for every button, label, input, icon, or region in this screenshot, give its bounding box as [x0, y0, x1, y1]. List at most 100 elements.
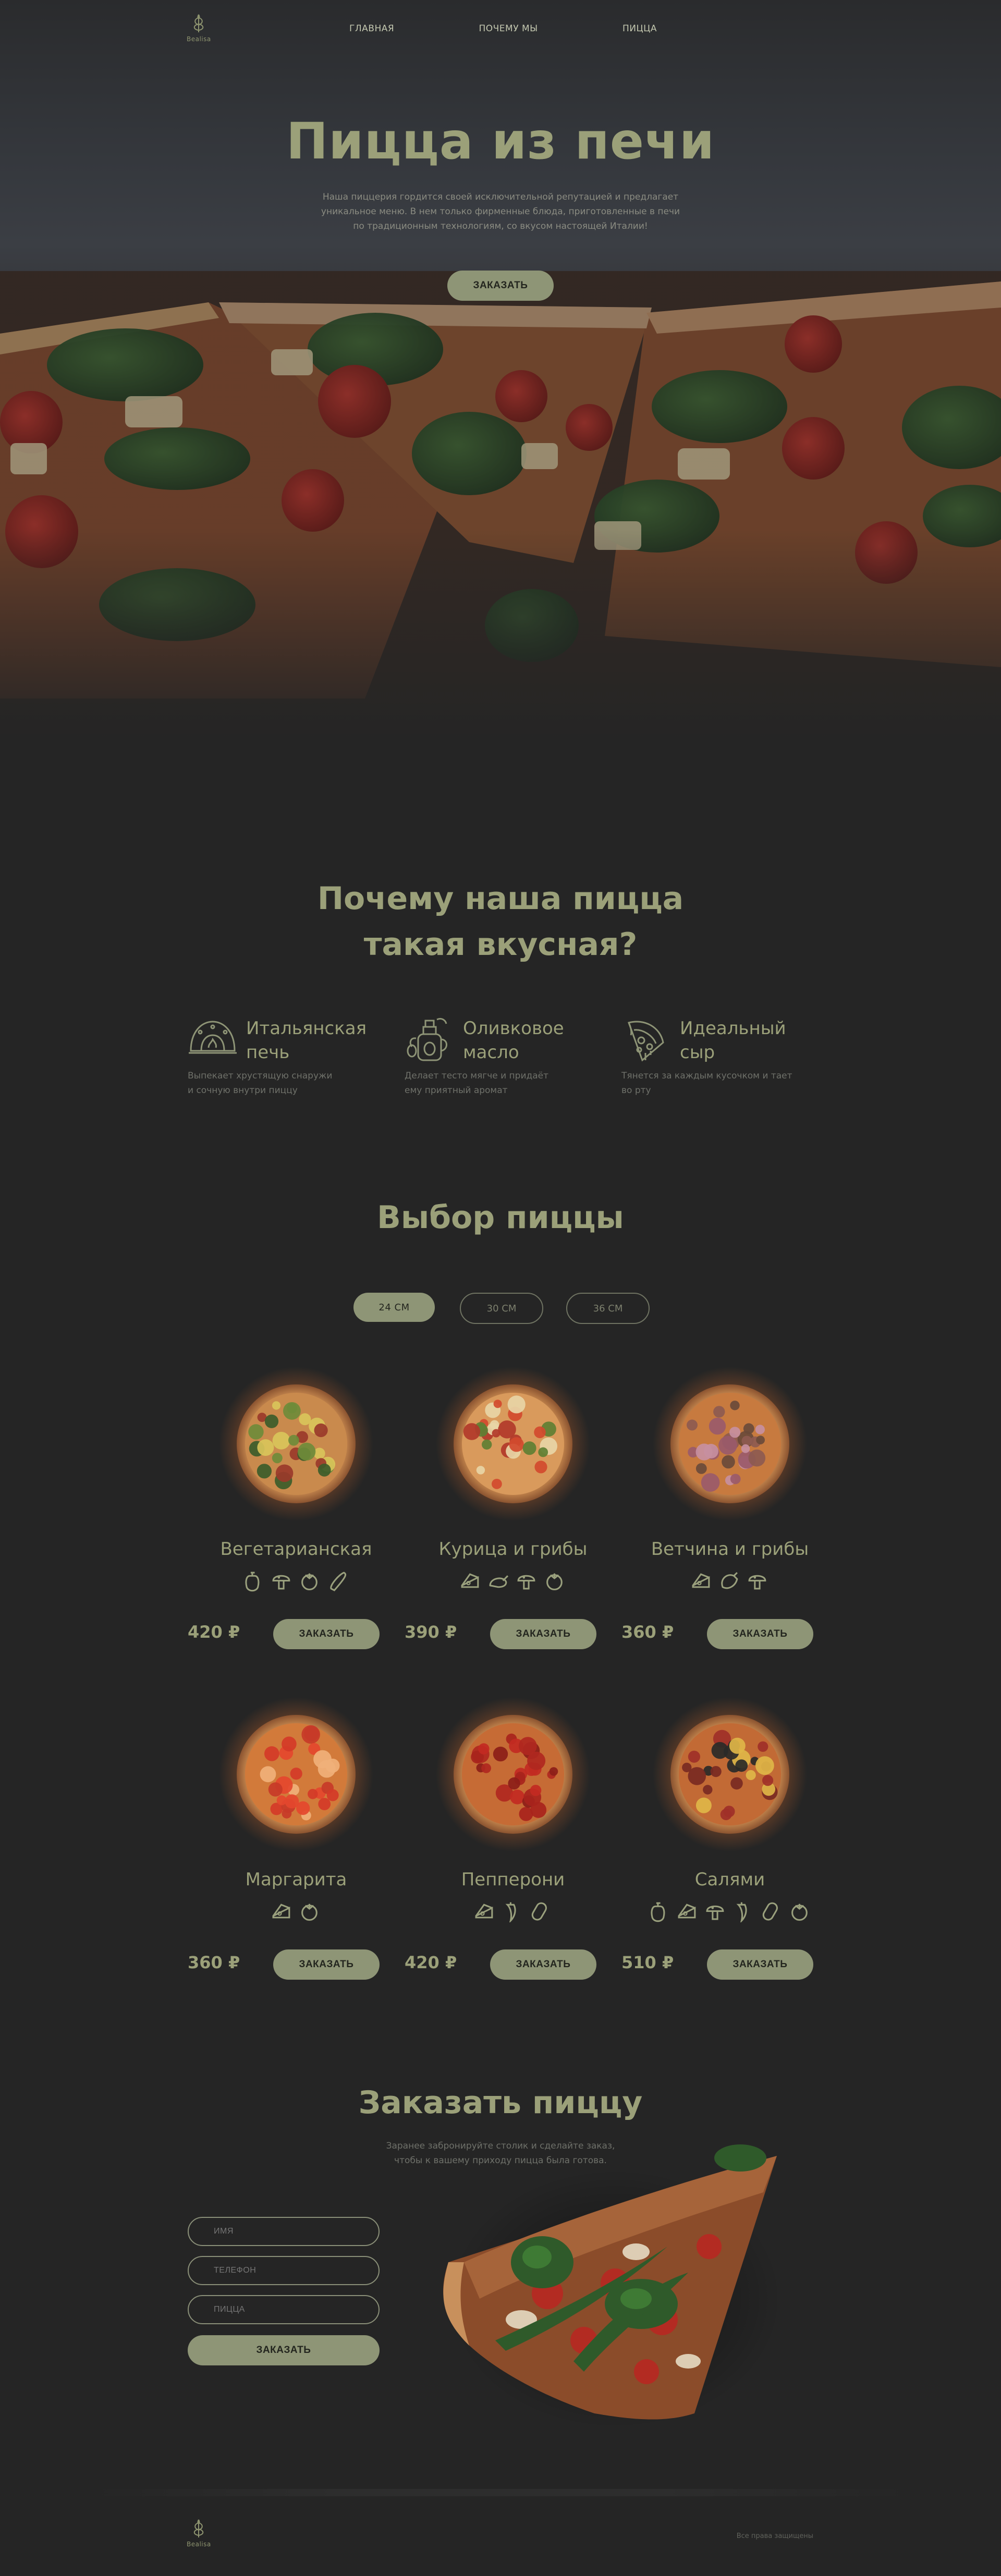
feature-title-line: Итальянская	[246, 1018, 367, 1039]
feature-description: Тянется за каждым кусочком и тает во рту	[621, 1069, 840, 1098]
tomato-icon	[301, 1903, 318, 1921]
olive-oil-icon	[407, 1017, 447, 1061]
pizza-field[interactable]	[188, 2295, 380, 2324]
ingredient-icons	[621, 1571, 838, 1592]
pizza-card: Вегетарианская 420 ₽ ЗАКАЗАТЬ	[188, 1367, 405, 1652]
feature-title: Итальянская печь	[246, 1016, 367, 1064]
pizza-card: Курица и грибы 390 ₽ ЗАКАЗАТЬ	[405, 1367, 621, 1652]
header-logo[interactable]: Bealisa	[187, 13, 211, 43]
hero-subtitle-line: Наша пиццерия гордится своей исключитель…	[322, 192, 679, 202]
pizza-image	[219, 1367, 373, 1521]
sausage-icon	[762, 1902, 780, 1922]
feature-desc-line: ему приятный аромат	[405, 1085, 508, 1096]
order-submit-button[interactable]: ЗАКАЗАТЬ	[188, 2335, 380, 2365]
why-title-line: Почему наша пицца	[317, 880, 684, 917]
feature-title-line: сыр	[680, 1042, 715, 1063]
pizza-name: Маргарита	[245, 1869, 347, 1890]
feature-title-line: масло	[463, 1042, 519, 1063]
tomato-icon	[791, 1903, 808, 1921]
wheat-logo-icon	[194, 14, 204, 32]
feature-description: Делает тесто мягче и придаёт ему приятны…	[405, 1069, 603, 1098]
pizza-image	[436, 1697, 590, 1851]
nav-item-home[interactable]: ГЛАВНАЯ	[349, 23, 394, 34]
pizza-image	[653, 1697, 807, 1851]
footer-divider	[94, 2489, 907, 2496]
pizza-order-button[interactable]: ЗАКАЗАТЬ	[273, 1619, 380, 1649]
feature-title: Оливковое масло	[463, 1016, 564, 1064]
pizza-name: Салями	[694, 1869, 765, 1890]
ingredient-icons	[405, 1902, 621, 1922]
pizza-card: Маргарита 360 ₽ ЗАКАЗАТЬ	[188, 1697, 405, 1983]
pizza-name: Пепперони	[461, 1869, 565, 1890]
feature-title-line: Оливковое	[463, 1018, 564, 1039]
hero-order-button[interactable]: ЗАКАЗАТЬ	[447, 271, 554, 301]
pepper-icon	[245, 1572, 260, 1592]
footer-logo[interactable]: Bealisa	[187, 2518, 211, 2548]
ingredient-icons	[188, 1902, 405, 1922]
phone-field[interactable]	[188, 2256, 380, 2285]
pizza-name: Ветчина и грибы	[651, 1539, 809, 1560]
size-tab-24[interactable]: 24 СМ	[353, 1293, 435, 1322]
pizza-order-button[interactable]: ЗАКАЗАТЬ	[490, 1949, 596, 1980]
hero-subtitle-line: уникальное меню. В нем только фирменные …	[321, 206, 680, 217]
wheat-logo-icon	[194, 2519, 204, 2537]
pizza-slice-image	[443, 2144, 782, 2429]
tomato-icon	[301, 1573, 318, 1590]
hero-section	[0, 0, 1001, 740]
size-tab-30[interactable]: 30 СМ	[460, 1293, 543, 1324]
hero-title: Пицца из печи	[286, 112, 715, 170]
pizza-price: 390 ₽	[405, 1622, 457, 1642]
pizza-price: 510 ₽	[621, 1953, 674, 1972]
pepper-icon	[651, 1902, 665, 1922]
logo-text: Bealisa	[187, 2541, 211, 2548]
cheese-icon	[461, 1573, 479, 1588]
pizza-card: Ветчина и грибы 360 ₽ ЗАКАЗАТЬ	[621, 1367, 838, 1652]
ham-icon	[721, 1572, 738, 1589]
why-title-line: такая вкусная?	[363, 926, 638, 963]
pizza-order-button[interactable]: ЗАКАЗАТЬ	[707, 1949, 813, 1980]
feature-desc-line: и сочную внутри пиццу	[188, 1085, 298, 1096]
feature-title-line: печь	[246, 1042, 290, 1063]
pizza-name: Курица и грибы	[438, 1539, 588, 1560]
mushroom-icon	[272, 1575, 290, 1590]
pizza-card: Пепперони 420 ₽ ЗАКАЗАТЬ	[405, 1697, 621, 1983]
why-title: Почему наша пицца такая вкусная?	[0, 876, 1001, 967]
feature-desc-line: Тянется за каждым кусочком и тает	[621, 1071, 792, 1081]
main-nav: ГЛАВНАЯ ПОЧЕМУ МЫ ПИЦЦА	[349, 23, 657, 34]
pizza-order-button[interactable]: ЗАКАЗАТЬ	[490, 1619, 596, 1649]
mushroom-icon	[706, 1905, 724, 1920]
feature-description: Выпекает хрустящую снаружи и сочную внут…	[188, 1069, 375, 1098]
feature-title: Идеальный сыр	[680, 1016, 786, 1064]
hero-pizza-image	[0, 271, 1001, 740]
pizza-order-button[interactable]: ЗАКАЗАТЬ	[273, 1949, 380, 1980]
ingredient-icons	[405, 1571, 621, 1592]
nav-item-why-us[interactable]: ПОЧЕМУ МЫ	[479, 23, 538, 34]
ingredient-icons	[188, 1571, 405, 1592]
nav-item-pizza[interactable]: ПИЦЦА	[622, 23, 657, 34]
mushroom-icon	[748, 1575, 766, 1590]
pizza-order-button[interactable]: ЗАКАЗАТЬ	[707, 1619, 813, 1649]
pizza-image	[653, 1367, 807, 1521]
ingredient-icons	[621, 1902, 838, 1922]
hero-subtitle-line: по традиционным технологиям, со вкусом н…	[353, 221, 648, 231]
size-tab-36[interactable]: 36 СМ	[566, 1293, 650, 1324]
oven-icon	[189, 1021, 237, 1054]
sausage-icon	[531, 1902, 549, 1922]
order-title: Заказать пиццу	[358, 2084, 643, 2121]
cheese-icon	[678, 1904, 696, 1919]
pizza-price: 420 ₽	[188, 1622, 240, 1642]
name-field[interactable]	[188, 2217, 380, 2246]
feature-desc-line: во рту	[621, 1085, 651, 1096]
pizza-price: 360 ₽	[621, 1622, 674, 1642]
pizza-image	[436, 1367, 590, 1521]
pizza-price: 360 ₽	[188, 1953, 240, 1972]
logo-text: Bealisa	[187, 35, 211, 43]
zucchini-icon	[330, 1572, 347, 1591]
chili-icon	[506, 1902, 516, 1922]
hero-subtitle: Наша пиццерия гордится своей исключитель…	[292, 190, 709, 234]
cheese-icon	[692, 1573, 710, 1588]
pizza-card: Салями 510 ₽ ЗАКАЗАТЬ	[621, 1697, 838, 1983]
copyright: Все права защищены	[736, 2532, 813, 2540]
pizza-image	[219, 1697, 373, 1851]
chicken-icon	[489, 1575, 509, 1588]
